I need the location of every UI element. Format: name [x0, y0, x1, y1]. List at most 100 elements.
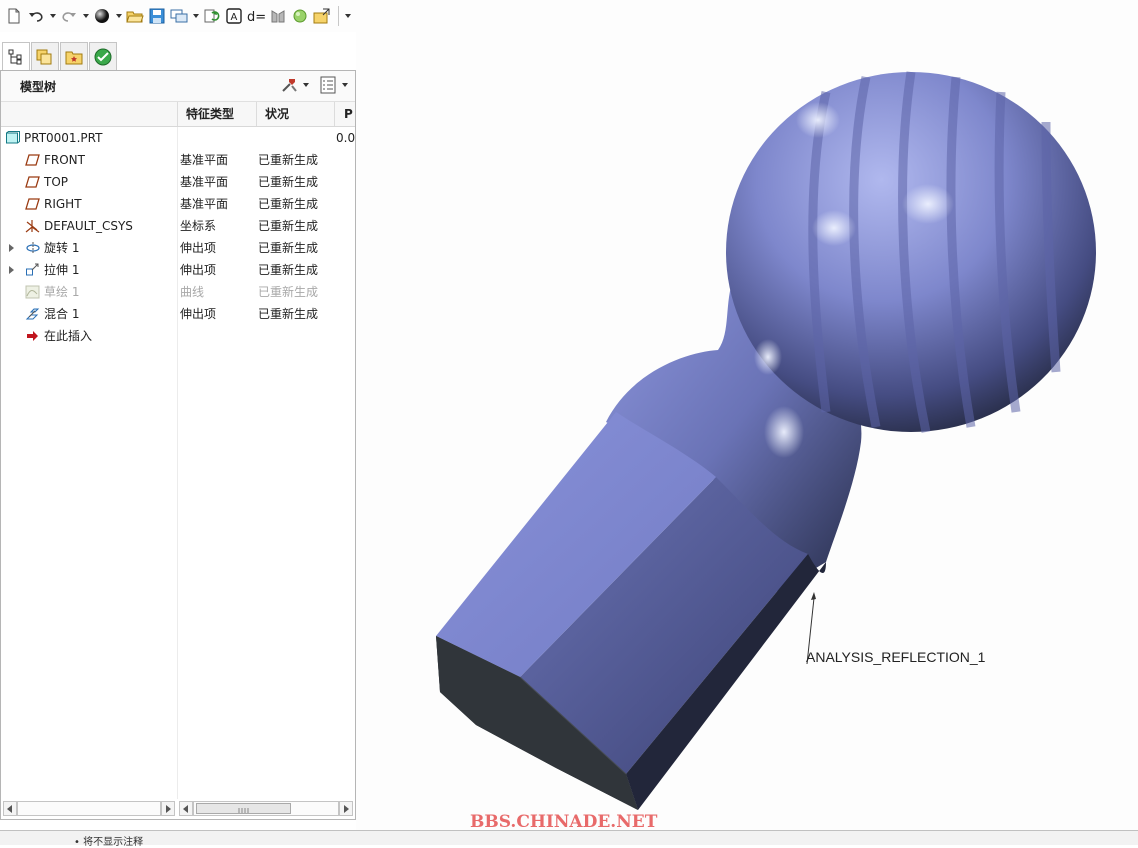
analysis-annotation-label[interactable]: ANALYSIS_REFLECTION_1	[806, 649, 985, 665]
tree-row-status: 已重新生成	[258, 153, 319, 167]
open-folder-icon[interactable]	[125, 6, 145, 26]
tree-row-name: TOP	[44, 175, 69, 189]
scroll-right-arrow[interactable]	[161, 801, 176, 816]
tree-row-status: 已重新生成	[258, 307, 319, 321]
part-icon	[6, 131, 20, 144]
model-tree-column-header: 特征类型 状况 P	[1, 102, 355, 127]
undo-icon[interactable]	[26, 6, 46, 26]
tree-row-front[interactable]: FRONT 基准平面 已重新生成	[1, 149, 355, 171]
tree-row-extrude[interactable]: 拉伸 1 伸出项 已重新生成	[1, 259, 355, 281]
datum-plane-icon	[25, 154, 40, 166]
tree-row-insert-here[interactable]: 在此插入	[1, 325, 355, 347]
horizontal-scrollbar	[3, 800, 353, 817]
tree-row-status: 已重新生成	[258, 219, 319, 233]
settings-tools-icon[interactable]	[279, 75, 299, 95]
dimension-icon[interactable]: d=	[246, 6, 266, 26]
tree-row-name: FRONT	[44, 153, 85, 167]
tree-row-name: 拉伸 1	[44, 263, 80, 277]
settings-dropdown[interactable]	[301, 75, 310, 95]
window-dropdown[interactable]	[191, 6, 200, 26]
redo-icon[interactable]	[59, 6, 79, 26]
extrude-icon	[26, 263, 39, 276]
tree-row-type: 伸出项	[180, 263, 217, 277]
tree-row-type: 曲线	[180, 285, 205, 299]
tab-model-tree[interactable]	[2, 42, 30, 70]
model-3d-view[interactable]	[356, 32, 1138, 830]
svg-text:A: A	[231, 12, 238, 23]
svg-text:d=: d=	[247, 10, 266, 24]
tree-row-status: 已重新生成	[258, 175, 319, 189]
tree-row-top[interactable]: TOP 基准平面 已重新生成	[1, 171, 355, 193]
annotation-icon[interactable]: A	[224, 6, 244, 26]
tree-row-status: 已重新生成	[258, 285, 319, 299]
tree-row-type: 基准平面	[180, 197, 229, 211]
window-icon[interactable]	[169, 6, 189, 26]
render-sphere-icon[interactable]	[92, 6, 112, 26]
model-tree-body: PRT0001.PRT 0.0 FRONT 基准平面 已重新生成 TOP 基准平…	[1, 127, 355, 799]
close-window-icon[interactable]	[312, 6, 332, 26]
tab-web-browser[interactable]	[89, 42, 117, 70]
new-file-icon[interactable]	[4, 6, 24, 26]
favorites-folder-icon	[65, 51, 83, 64]
csys-icon	[25, 220, 40, 233]
ball-surface	[726, 72, 1096, 432]
tab-folder-browser[interactable]	[31, 42, 59, 70]
tree-row-part[interactable]: PRT0001.PRT 0.0	[1, 127, 355, 149]
datum-plane-icon	[25, 176, 40, 188]
expand-arrow-icon[interactable]	[9, 266, 14, 274]
undo-dropdown[interactable]	[48, 6, 57, 26]
model-tree-tools	[279, 75, 351, 95]
insert-here-icon	[27, 331, 38, 341]
tree-row-status: 已重新生成	[258, 197, 319, 211]
column-extra[interactable]: P	[334, 102, 355, 126]
show-dropdown[interactable]	[340, 75, 349, 95]
show-list-icon[interactable]	[318, 75, 338, 95]
quick-access-toolbar: A d=	[0, 0, 1138, 32]
scroll-track-columns[interactable]	[192, 801, 340, 816]
scroll-track-name-column[interactable]	[16, 801, 162, 816]
graphics-window[interactable]: ANALYSIS_REFLECTION_1	[356, 32, 1138, 830]
datum-plane-icon[interactable]	[268, 6, 288, 26]
appearance-icon[interactable]	[290, 6, 310, 26]
tab-favorites[interactable]	[60, 42, 88, 70]
column-feature-type[interactable]: 特征类型	[177, 102, 256, 126]
toolbar-separator	[338, 6, 339, 26]
tree-row-sketch[interactable]: 草绘 1 曲线 已重新生成	[1, 281, 355, 303]
revolve-icon	[26, 242, 40, 254]
model-tree-icon	[8, 49, 22, 64]
tree-row-default-csys[interactable]: DEFAULT_CSYS 坐标系 已重新生成	[1, 215, 355, 237]
tree-row-status: 已重新生成	[258, 241, 319, 255]
tree-row-type: 坐标系	[180, 219, 217, 233]
status-message: • 将不显示注释	[74, 837, 144, 848]
tree-row-type: 基准平面	[180, 175, 229, 189]
customize-icon[interactable]	[343, 6, 352, 26]
tree-row-type: 基准平面	[180, 153, 229, 167]
regenerate-icon[interactable]	[202, 6, 222, 26]
model-tree-title: 模型树	[20, 80, 57, 94]
tree-row-revolve[interactable]: 旋转 1 伸出项 已重新生成	[1, 237, 355, 259]
tree-row-status: 已重新生成	[258, 263, 319, 277]
tree-row-name: 在此插入	[44, 329, 93, 343]
watermark: BBS.CHINADE.NET	[470, 812, 658, 832]
render-dropdown[interactable]	[114, 6, 123, 26]
tree-row-blend[interactable]: 混合 1 伸出项 已重新生成	[1, 303, 355, 325]
redo-dropdown[interactable]	[81, 6, 90, 26]
tree-row-name: 旋转 1	[44, 241, 80, 255]
scroll-left-arrow[interactable]	[3, 801, 17, 816]
tree-row-name: 草绘 1	[44, 285, 80, 299]
tree-row-extra: 0.0	[336, 131, 356, 145]
scroll-left-arrow[interactable]	[178, 801, 193, 816]
status-bar: • 将不显示注释	[0, 830, 1138, 848]
tree-row-right[interactable]: RIGHT 基准平面 已重新生成	[1, 193, 355, 215]
tree-row-type: 伸出项	[180, 307, 217, 321]
tree-row-name: PRT0001.PRT	[24, 131, 103, 145]
column-status[interactable]: 状况	[256, 102, 334, 126]
save-icon[interactable]	[147, 6, 167, 26]
web-browser-icon	[94, 48, 112, 65]
model-tree-panel: 模型树 特征类型 状况 P PRT0001.PRT 0.0 FRONT 基准平面…	[0, 70, 356, 820]
datum-plane-icon	[25, 198, 40, 210]
scroll-thumb[interactable]	[195, 803, 291, 814]
expand-arrow-icon[interactable]	[9, 244, 14, 252]
navigator-tabs	[0, 40, 356, 70]
scroll-right-arrow[interactable]	[339, 801, 353, 816]
